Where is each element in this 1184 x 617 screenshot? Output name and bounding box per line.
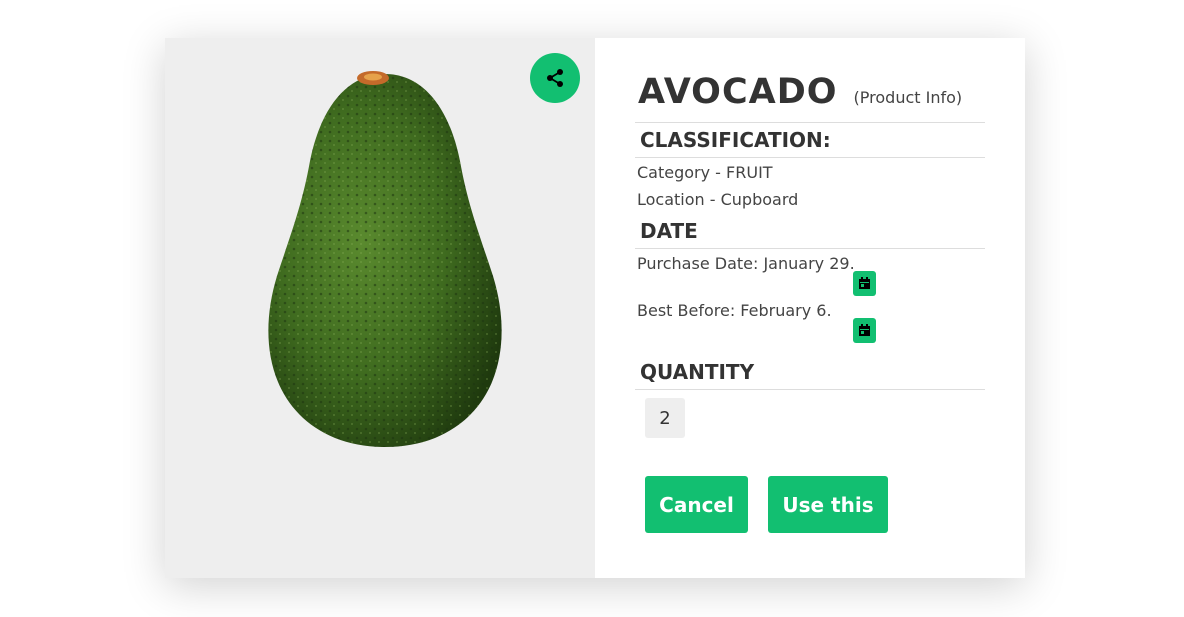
- category-text: Category - FRUIT: [637, 163, 773, 182]
- avocado-image: [268, 71, 502, 447]
- quantity-field[interactable]: 2: [645, 398, 685, 438]
- divider: [635, 248, 985, 249]
- purchase-date-calendar-button[interactable]: [853, 271, 876, 296]
- product-card: AVOCADO (Product Info) CLASSIFICATION: C…: [165, 38, 1025, 578]
- product-info-pane: AVOCADO (Product Info) CLASSIFICATION: C…: [595, 38, 1025, 578]
- divider: [635, 122, 985, 123]
- classification-heading: CLASSIFICATION:: [640, 128, 831, 152]
- product-image-pane: [165, 38, 595, 578]
- divider: [635, 157, 985, 158]
- divider: [635, 389, 985, 390]
- cancel-button[interactable]: Cancel: [645, 476, 748, 533]
- product-subtitle: (Product Info): [853, 88, 963, 107]
- product-title: AVOCADO: [638, 72, 838, 112]
- date-heading: DATE: [640, 219, 698, 243]
- location-text: Location - Cupboard: [637, 190, 799, 209]
- purchase-date-text: Purchase Date: January 29.: [637, 254, 855, 273]
- share-button[interactable]: [530, 53, 580, 103]
- share-icon: [547, 69, 563, 87]
- best-before-text: Best Before: February 6.: [637, 301, 832, 320]
- use-this-button[interactable]: Use this: [768, 476, 888, 533]
- best-before-calendar-button[interactable]: [853, 318, 876, 343]
- calendar-icon: [859, 277, 870, 289]
- title-row: AVOCADO (Product Info): [638, 72, 962, 112]
- quantity-heading: QUANTITY: [640, 360, 755, 384]
- calendar-icon: [859, 324, 870, 336]
